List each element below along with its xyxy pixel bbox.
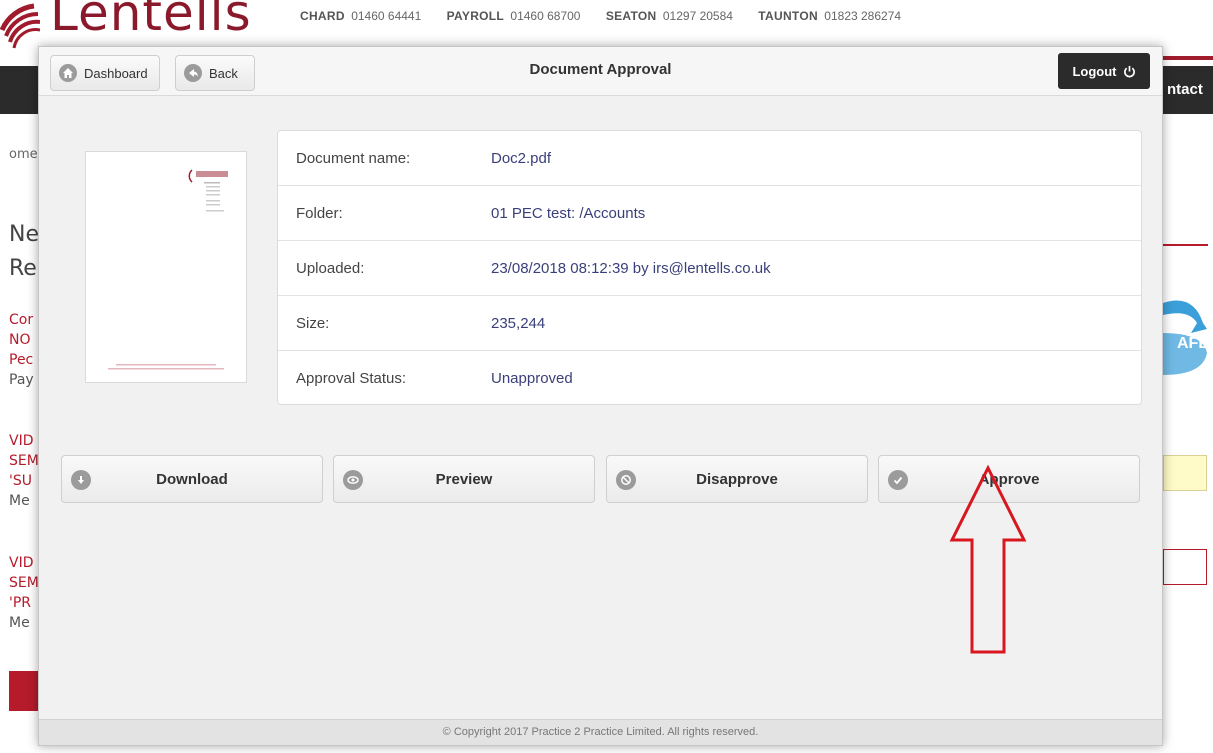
news-fragment[interactable]: SEM (9, 575, 40, 591)
details-label: Document name: (296, 149, 411, 167)
nav-contact-link[interactable]: ntact (1163, 66, 1213, 114)
logout-button[interactable]: Logout (1058, 53, 1150, 89)
details-row-approval-status: Approval Status: Unapproved (278, 351, 1141, 404)
preview-label: Preview (435, 471, 493, 488)
details-row-document-name: Document name: Doc2.pdf (278, 131, 1141, 186)
details-row-size: Size: 235,244 (278, 296, 1141, 351)
size-value: 235,244 (491, 314, 546, 332)
news-fragment: Me (9, 493, 30, 509)
details-row-folder: Folder: 01 PEC test: /Accounts (278, 186, 1141, 241)
details-label: Size: (296, 314, 330, 332)
breadcrumb-fragment: ome (9, 147, 38, 162)
safe-badge-text: AFE (1177, 335, 1209, 352)
background-divider (1163, 244, 1208, 246)
approval-status-value: Unapproved (491, 370, 573, 387)
preview-button[interactable]: Preview (333, 455, 595, 503)
document-thumbnail[interactable] (85, 151, 247, 383)
details-label: Uploaded: (296, 259, 365, 277)
news-fragment[interactable]: Pec (9, 352, 40, 368)
news-fragment[interactable]: VID (9, 433, 40, 449)
document-name-value: Doc2.pdf (491, 149, 552, 167)
news-fragment: Me (9, 615, 30, 631)
details-row-uploaded: Uploaded: 23/08/2018 08:12:39 by irs@len… (278, 241, 1141, 296)
office-phone-bar: CHARD 01460 64441 PAYROLL 01460 68700 SE… (300, 9, 923, 23)
details-label: Approval Status: (296, 370, 407, 387)
document-details-table: Document name: Doc2.pdf Folder: 01 PEC t… (277, 130, 1142, 405)
disapprove-button[interactable]: Disapprove (606, 455, 868, 503)
background-input-box[interactable] (1163, 549, 1207, 585)
disapprove-label: Disapprove (696, 471, 778, 488)
news-fragment[interactable]: VID (9, 555, 40, 571)
logout-label: Logout (1072, 63, 1117, 79)
folder-value: 01 PEC test: /Accounts (491, 204, 646, 222)
heading-fragment-2: Re (9, 256, 37, 281)
heading-fragment-1: Ne (9, 222, 39, 247)
news-fragment[interactable]: Cor (9, 312, 40, 328)
news-fragment[interactable]: 'PR (9, 595, 40, 611)
modal-header: Dashboard Back Document Approval Logout (39, 47, 1162, 96)
download-button[interactable]: Download (61, 455, 323, 503)
news-fragment[interactable]: 'SU (9, 473, 40, 489)
safe-badge: AFE (1163, 293, 1209, 388)
news-fragment[interactable]: NO (9, 332, 40, 348)
news-fragment: Pay (9, 372, 34, 388)
phone-chard: CHARD 01460 64441 (300, 9, 422, 23)
uploaded-value: 23/08/2018 08:12:39 by irs@lentells.co.u… (491, 259, 771, 277)
copyright-footer: © Copyright 2017 Practice 2 Practice Lim… (39, 719, 1162, 745)
news-fragment[interactable]: SEM (9, 453, 40, 469)
nav-accent-line (1163, 56, 1213, 60)
phone-seaton: SEATON 01297 20584 (605, 9, 733, 23)
modal-title: Document Approval (529, 61, 672, 78)
power-icon (1123, 65, 1135, 77)
details-label: Folder: (296, 204, 343, 222)
red-annotation-arrow-icon (949, 464, 1027, 654)
site-nav-bar-left (0, 66, 40, 114)
background-yellow-box (1163, 455, 1207, 491)
lentells-logo-text: Lentells (50, 0, 252, 42)
document-preview-image (108, 169, 228, 370)
phone-taunton: TAUNTON 01823 286274 (758, 9, 902, 23)
background-red-button[interactable] (9, 671, 40, 711)
download-label: Download (156, 471, 228, 488)
phone-payroll: PAYROLL 01460 68700 (446, 9, 581, 23)
